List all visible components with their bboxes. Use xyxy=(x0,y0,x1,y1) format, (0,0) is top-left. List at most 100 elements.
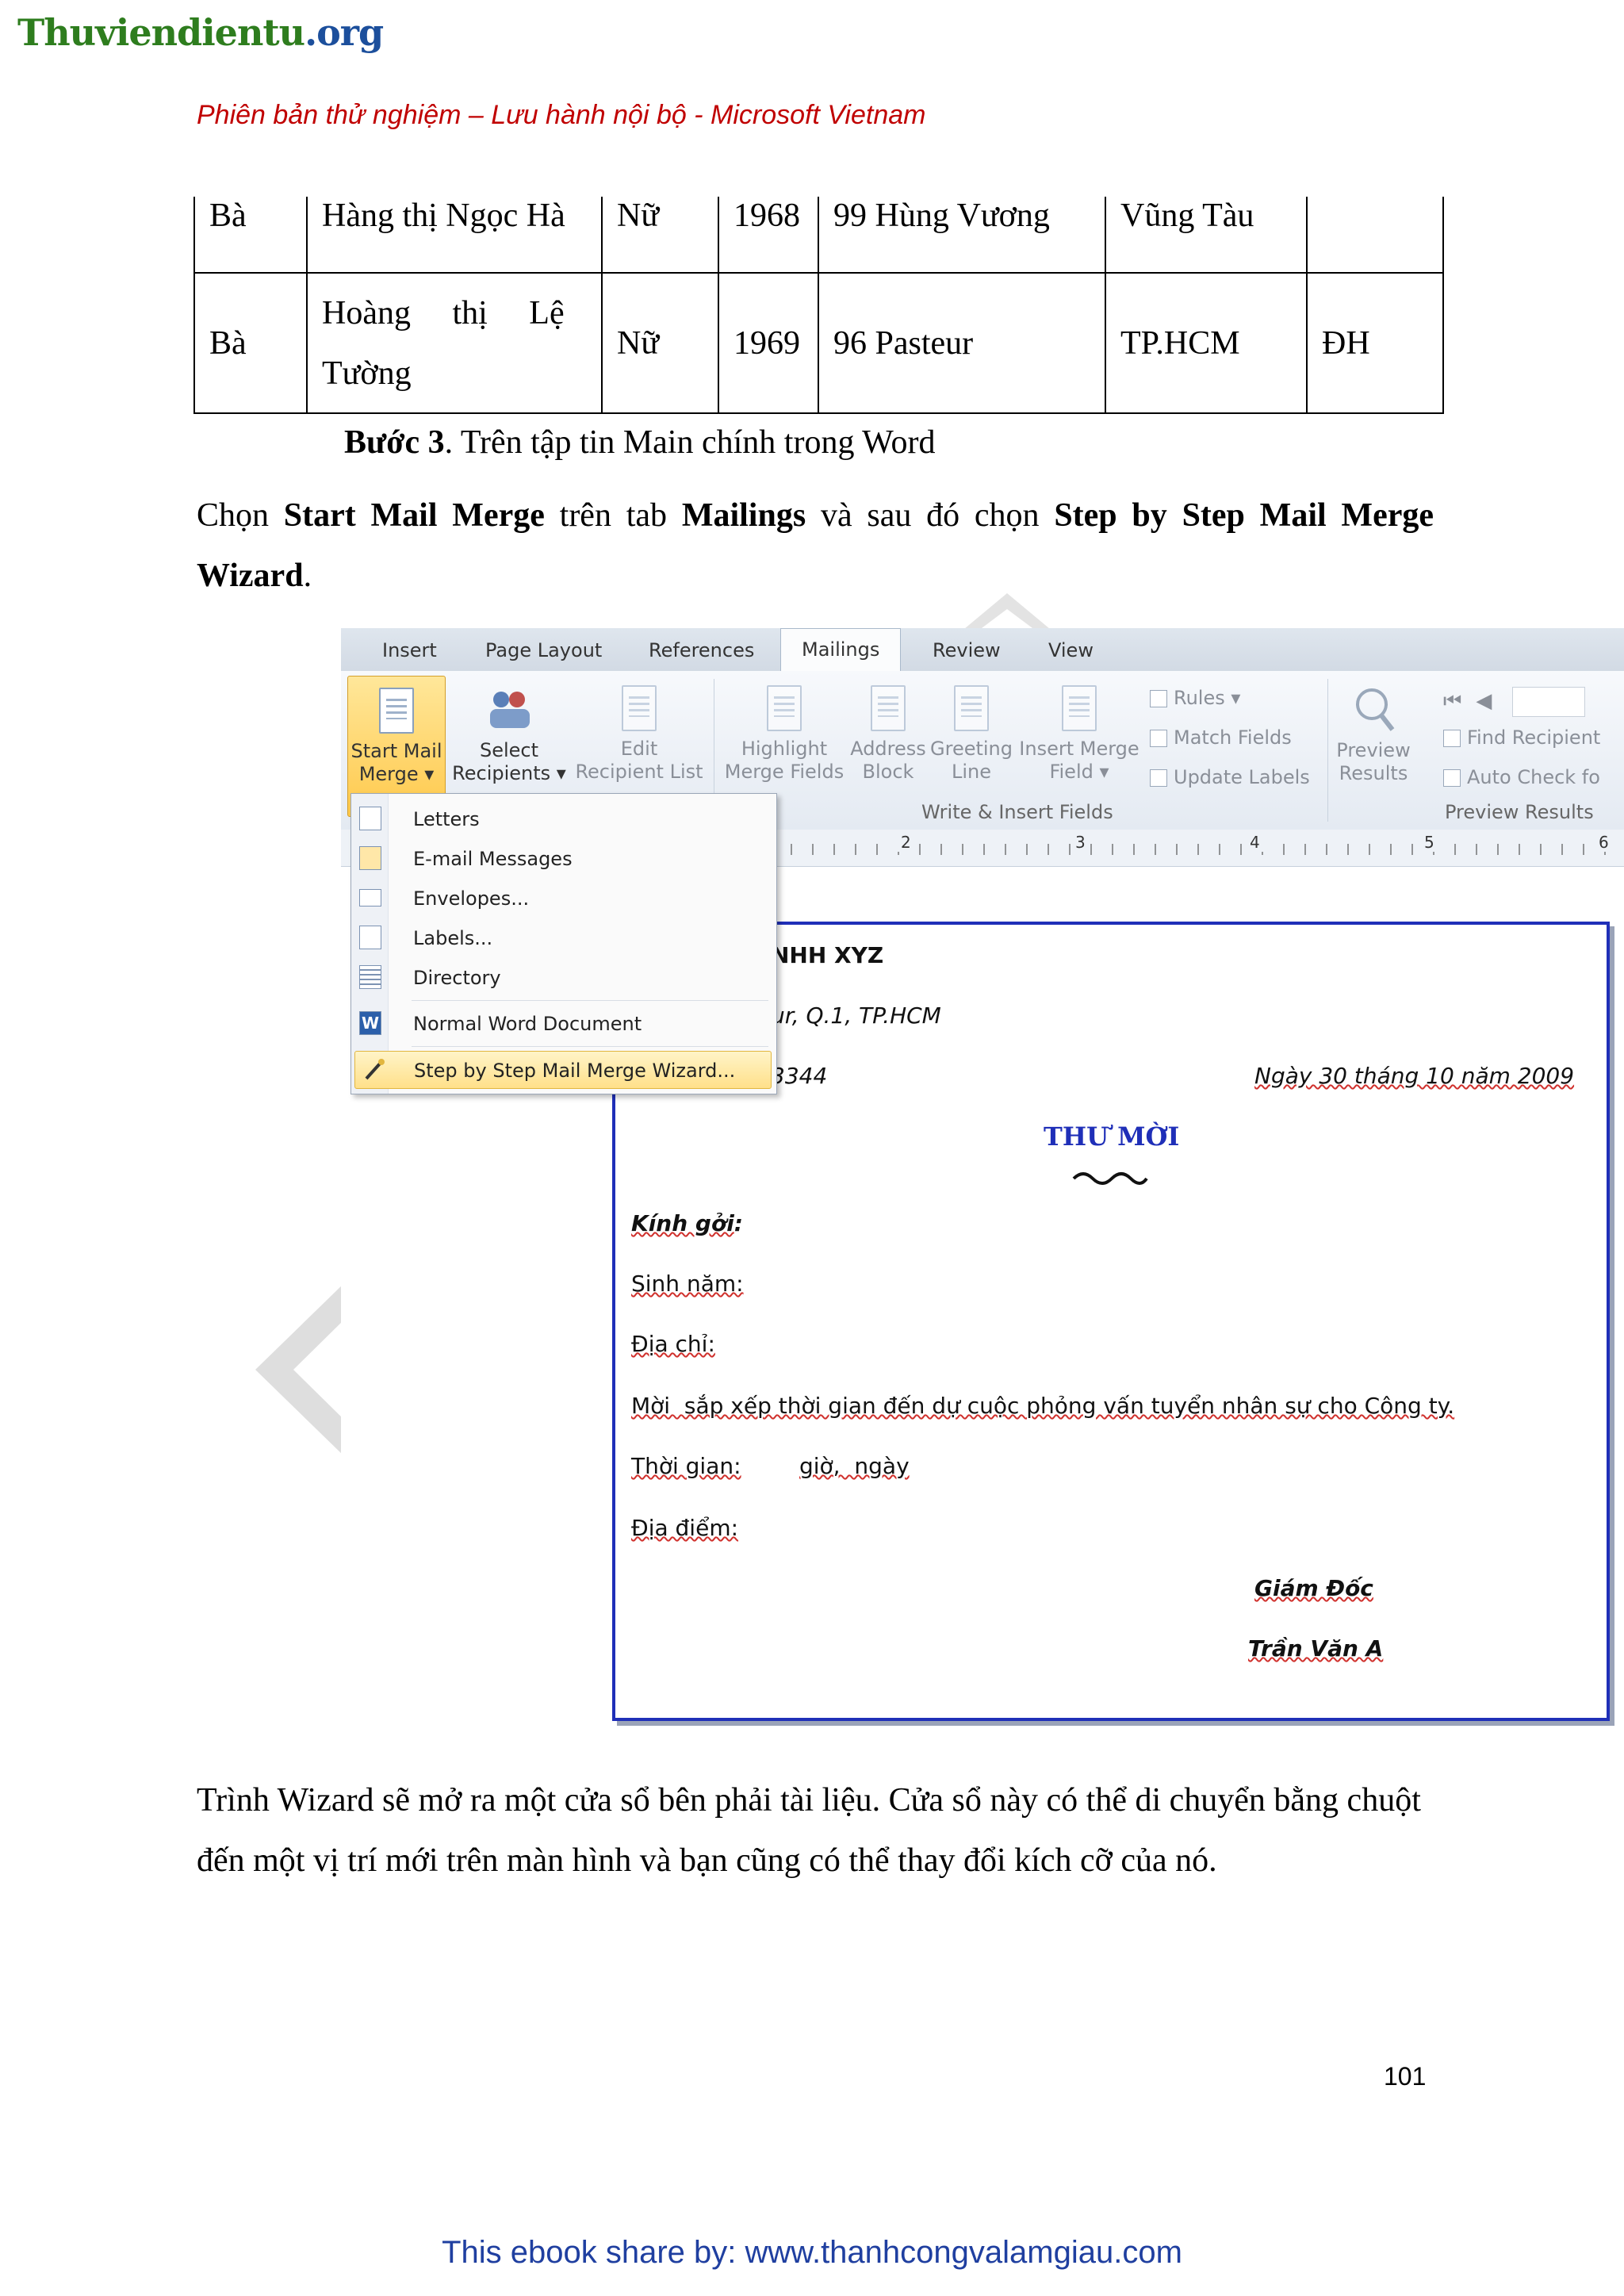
table-cell: Bà xyxy=(193,272,308,414)
menu-item-label: Labels... xyxy=(413,927,493,949)
rules-icon xyxy=(1150,690,1167,707)
logo-part1: Thuviendientu xyxy=(17,11,305,54)
table-cell: Nữ xyxy=(601,272,719,414)
rules-button[interactable]: Rules ▾ xyxy=(1150,687,1240,709)
ruler-number: 4 xyxy=(1247,833,1263,852)
table-cell: TP.HCM xyxy=(1105,272,1308,414)
doc-dia-chi: Địa chỉ: xyxy=(631,1331,715,1357)
doc-thoi-gian: Thời gian: xyxy=(631,1453,741,1479)
tab-page-layout[interactable]: Page Layout xyxy=(485,639,602,661)
select-recipients-button[interactable]: Select Recipients ▾ xyxy=(447,685,571,785)
preview-results-button[interactable]: Preview Results xyxy=(1335,685,1411,785)
greeting-line-icon xyxy=(954,685,989,731)
find-recipient-button[interactable]: Find Recipient xyxy=(1443,726,1600,749)
record-number-field[interactable] xyxy=(1512,687,1586,717)
button-label: Field ▾ xyxy=(1049,761,1109,783)
contacts-table: Bà Hàng thị Ngọc Hà Nữ 1968 99 Hùng Vươn… xyxy=(193,197,1444,414)
ruler-ticks xyxy=(769,844,1608,855)
bold-term: Start Mail Merge xyxy=(283,497,545,534)
recipients-icon xyxy=(490,692,530,728)
table-cell: 1969 xyxy=(718,272,819,414)
word-icon: W xyxy=(359,1011,381,1035)
ribbon-tab-bar: Insert Page Layout References Mailings R… xyxy=(341,628,1624,672)
watermark-chevron-left-icon xyxy=(255,1282,346,1458)
doc-invite: Mời sắp xếp thời gian đến dự cuộc phỏng … xyxy=(631,1393,1455,1419)
preview-results-icon xyxy=(1356,688,1395,731)
table-cell: Bà xyxy=(193,197,308,274)
tab-review[interactable]: Review xyxy=(933,639,1001,661)
menu-item-normal-word-document[interactable]: W Normal Word Document xyxy=(351,1005,776,1043)
step3-bold: Bước 3 xyxy=(344,424,445,461)
highlight-merge-fields-button[interactable]: Highlight Merge Fields xyxy=(720,685,848,784)
insert-field-icon xyxy=(1062,685,1097,731)
insert-merge-field-button[interactable]: Insert Merge Field ▾ xyxy=(1015,685,1143,784)
text: Chọn xyxy=(197,497,284,534)
menu-item-label: Directory xyxy=(413,967,501,989)
menu-item-label: E-mail Messages xyxy=(413,848,573,870)
text: trên tab xyxy=(544,497,682,534)
greeting-line-button[interactable]: Greeting Line xyxy=(928,685,1015,784)
letter-icon xyxy=(359,807,381,830)
menu-item-directory[interactable]: Directory xyxy=(351,959,776,997)
table-cell: 96 Pasteur xyxy=(818,272,1106,414)
text: và sau đó chọn xyxy=(806,497,1055,534)
first-record-icon[interactable]: ⏮ xyxy=(1443,689,1461,713)
update-labels-icon xyxy=(1150,769,1167,787)
button-label: Insert Merge xyxy=(1019,738,1139,760)
menu-item-envelopes[interactable]: Envelopes... xyxy=(351,880,776,918)
button-label: Start Mail xyxy=(350,740,442,762)
name-line-2: Tường xyxy=(322,355,412,392)
address-block-icon xyxy=(871,685,906,731)
address-block-button[interactable]: Address Block xyxy=(848,685,928,784)
footer-prefix: This ebook share by: xyxy=(442,2235,745,2270)
record-navigation: ⏮ ◀ xyxy=(1443,687,1586,717)
button-label: Line xyxy=(951,761,991,783)
ruler-number: 5 xyxy=(1421,833,1438,852)
doc-kinh-goi: Kính gởi: xyxy=(631,1210,743,1236)
menu-item-email-messages[interactable]: E-mail Messages xyxy=(351,840,776,878)
tab-mailings[interactable]: Mailings xyxy=(780,628,902,671)
ruler-number: 2 xyxy=(898,833,914,852)
table-cell: Hàng thị Ngọc Hà xyxy=(306,197,603,274)
button-label: Greeting xyxy=(930,738,1013,760)
menu-item-label: Letters xyxy=(413,808,480,830)
name-line-1: Hoàng thị Lệ xyxy=(322,294,565,332)
button-label: Select xyxy=(479,739,539,761)
auto-check-button[interactable]: Auto Check fo xyxy=(1443,766,1600,788)
button-label: Rules ▾ xyxy=(1174,687,1241,709)
tab-references[interactable]: References xyxy=(649,639,754,661)
ruler-number: 3 xyxy=(1072,833,1089,852)
button-label: Edit xyxy=(620,738,658,760)
table-cell: 99 Hùng Vương xyxy=(818,197,1106,274)
labels-icon xyxy=(359,926,381,949)
table-cell: ĐH xyxy=(1306,272,1444,414)
update-labels-button[interactable]: Update Labels xyxy=(1150,766,1310,788)
doc-sinh-nam: Sinh năm: xyxy=(631,1271,744,1297)
menu-item-label: Normal Word Document xyxy=(413,1013,642,1035)
menu-item-step-by-step-wizard[interactable]: Step by Step Mail Merge Wizard... xyxy=(354,1051,772,1089)
previous-record-icon[interactable]: ◀ xyxy=(1476,689,1492,713)
menu-separator xyxy=(412,1000,768,1001)
page-number: 101 xyxy=(1384,2062,1427,2091)
ornament-icon xyxy=(1072,1172,1148,1185)
match-fields-button[interactable]: Match Fields xyxy=(1150,726,1292,749)
button-label: Recipient List xyxy=(575,761,703,783)
tab-view[interactable]: View xyxy=(1048,639,1094,661)
doc-giam-doc: Giám Đốc xyxy=(1254,1575,1373,1601)
instruction-paragraph: Chọn Start Mail Merge trên tab Mailings … xyxy=(197,485,1434,606)
menu-item-labels[interactable]: Labels... xyxy=(351,919,776,957)
menu-item-letters[interactable]: Letters xyxy=(351,800,776,838)
footer-link[interactable]: www.thanhcongvalamgiau.com xyxy=(745,2235,1182,2270)
logo-part2: .org xyxy=(304,11,384,54)
edit-list-icon xyxy=(622,685,657,731)
tab-insert[interactable]: Insert xyxy=(382,639,437,661)
edit-recipient-list-button[interactable]: Edit Recipient List xyxy=(571,685,707,784)
wizard-description-paragraph: Trình Wizard sẽ mở ra một cửa sổ bên phả… xyxy=(197,1782,1421,1879)
button-label: Update Labels xyxy=(1174,766,1310,788)
doc-dia-diem: Địa điểm: xyxy=(631,1515,739,1541)
button-label: Results xyxy=(1339,762,1408,784)
button-label: Block xyxy=(862,761,914,783)
button-label: Match Fields xyxy=(1174,726,1292,749)
menu-item-label: Step by Step Mail Merge Wizard... xyxy=(414,1060,736,1082)
text: . xyxy=(303,558,312,594)
